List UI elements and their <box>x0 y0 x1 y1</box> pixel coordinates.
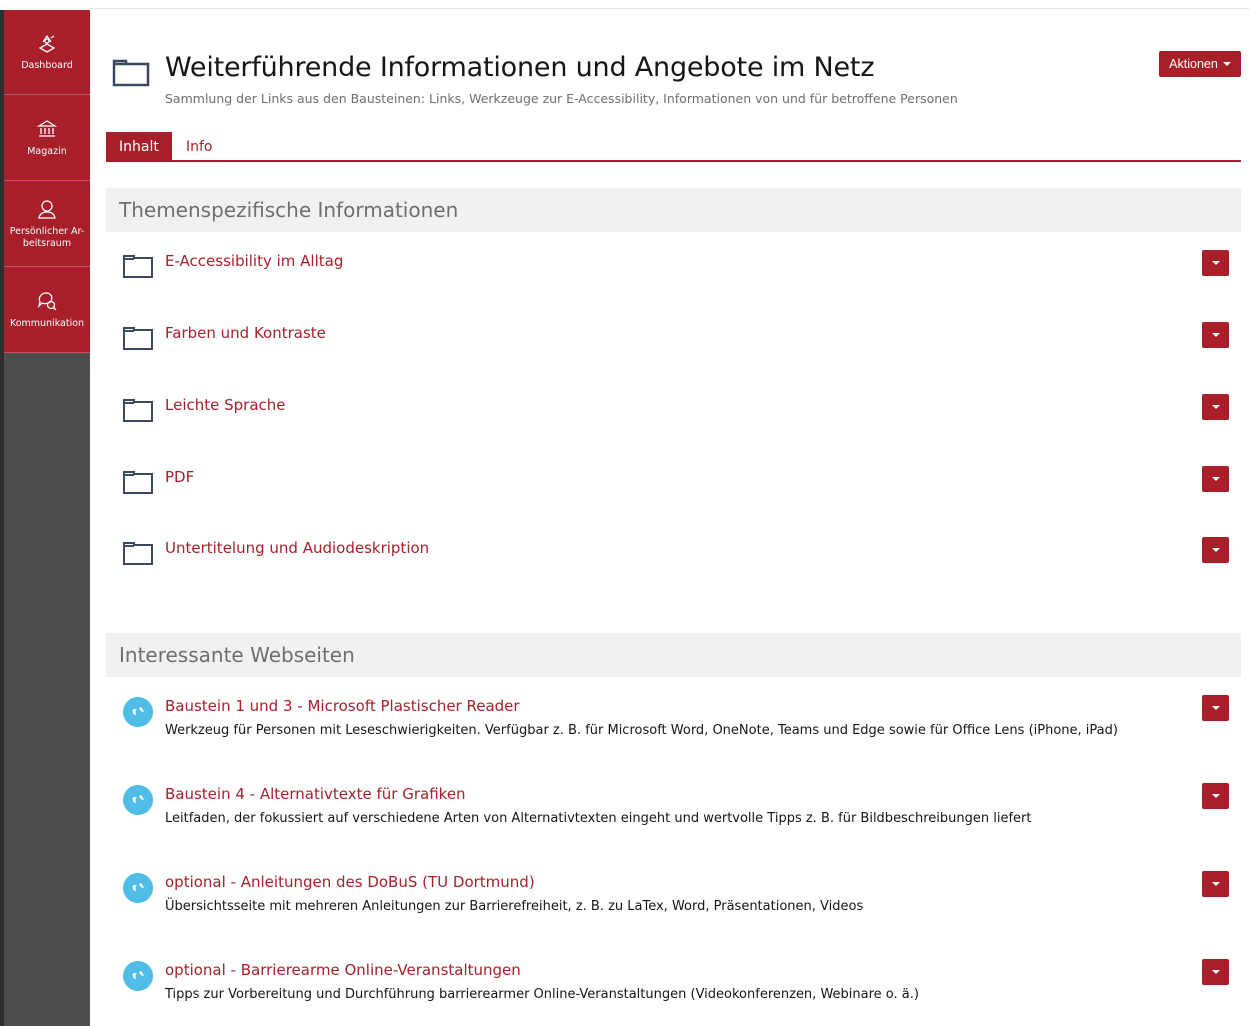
item-actions-dropdown[interactable] <box>1202 783 1229 809</box>
folder-icon <box>123 399 153 422</box>
weblink-link[interactable]: optional - Barrierearme Online-Veranstal… <box>165 961 521 979</box>
caret-down-icon <box>1211 794 1220 798</box>
folder-icon <box>112 59 150 87</box>
page-description: Sammlung der Links aus den Bausteinen: L… <box>165 91 958 106</box>
caret-down-icon <box>1211 477 1220 481</box>
sidebar-item-magazin[interactable]: Magazin <box>4 96 90 181</box>
caret-down-icon <box>1222 62 1231 66</box>
page-title: Weiterführende Informationen und Angebot… <box>165 52 875 83</box>
folder-link[interactable]: Farben und Kontraste <box>165 324 326 342</box>
weblink-link[interactable]: Baustein 1 und 3 - Microsoft Plastischer… <box>165 697 520 715</box>
weblink-icon <box>123 961 153 991</box>
weblink-icon <box>123 873 153 903</box>
tab-inhalt[interactable]: Inhalt <box>106 132 172 161</box>
weblink-icon <box>123 697 153 727</box>
weblink-description: Übersichtsseite mit mehreren Anleitungen… <box>165 899 864 914</box>
folder-icon <box>123 471 153 494</box>
sidebar-item-label: Persönlicher Ar-beitsraum <box>9 226 85 249</box>
item-actions-dropdown[interactable] <box>1202 537 1229 563</box>
folder-icon <box>123 542 153 565</box>
item-actions-dropdown[interactable] <box>1202 322 1229 348</box>
dashboard-icon <box>38 34 56 53</box>
weblink-description: Werkzeug für Personen mit Leseschwierigk… <box>165 723 1118 738</box>
top-divider <box>90 8 1249 9</box>
sidebar-item-personal-workspace[interactable]: Persönlicher Ar-beitsraum <box>4 182 90 267</box>
section-heading: Themenspezifische Informationen <box>106 188 1241 232</box>
weblink-icon <box>123 785 153 815</box>
caret-down-icon <box>1211 882 1220 886</box>
actions-button[interactable]: Aktionen <box>1159 51 1241 77</box>
sidebar-item-label: Dashboard <box>21 60 73 71</box>
item-actions-dropdown[interactable] <box>1202 871 1229 897</box>
caret-down-icon <box>1211 970 1220 974</box>
folder-icon <box>123 327 153 350</box>
folder-icon <box>123 255 153 278</box>
sidebar-item-dashboard[interactable]: Dashboard <box>4 10 90 95</box>
weblink-description: Leitfaden, der fokussiert auf verschiede… <box>165 811 1032 826</box>
item-actions-dropdown[interactable] <box>1202 466 1229 492</box>
tab-bar: Inhalt Info <box>106 132 1241 162</box>
sidebar-item-label: Magazin <box>27 146 67 157</box>
tab-info[interactable]: Info <box>173 132 226 161</box>
section-heading: Interessante Webseiten <box>106 633 1241 677</box>
caret-down-icon <box>1211 548 1220 552</box>
actions-button-label: Aktionen <box>1169 57 1218 71</box>
caret-down-icon <box>1211 333 1220 337</box>
weblink-description: Tipps zur Vorbereitung und Durchführung … <box>165 987 919 1002</box>
user-icon <box>38 200 56 219</box>
sidebar-item-label: Kommunikation <box>9 318 85 329</box>
caret-down-icon <box>1211 405 1220 409</box>
item-actions-dropdown[interactable] <box>1202 250 1229 276</box>
caret-down-icon <box>1211 706 1220 710</box>
bank-icon <box>36 120 58 137</box>
folder-link[interactable]: Leichte Sprache <box>165 396 286 414</box>
chat-icon <box>37 292 57 311</box>
item-actions-dropdown[interactable] <box>1202 695 1229 721</box>
caret-down-icon <box>1211 261 1220 265</box>
folder-link[interactable]: PDF <box>165 468 194 486</box>
main-sidebar: Dashboard Magazin Persönlicher Ar-beitsr… <box>0 10 90 1026</box>
sidebar-item-kommunikation[interactable]: Kommunikation <box>4 268 90 353</box>
weblink-link[interactable]: optional - Anleitungen des DoBuS (TU Dor… <box>165 873 535 891</box>
item-actions-dropdown[interactable] <box>1202 959 1229 985</box>
folder-link[interactable]: Untertitelung und Audiodeskription <box>165 539 429 557</box>
weblink-link[interactable]: Baustein 4 - Alternativtexte für Grafike… <box>165 785 466 803</box>
item-actions-dropdown[interactable] <box>1202 394 1229 420</box>
folder-link[interactable]: E-Accessibility im Alltag <box>165 252 343 270</box>
